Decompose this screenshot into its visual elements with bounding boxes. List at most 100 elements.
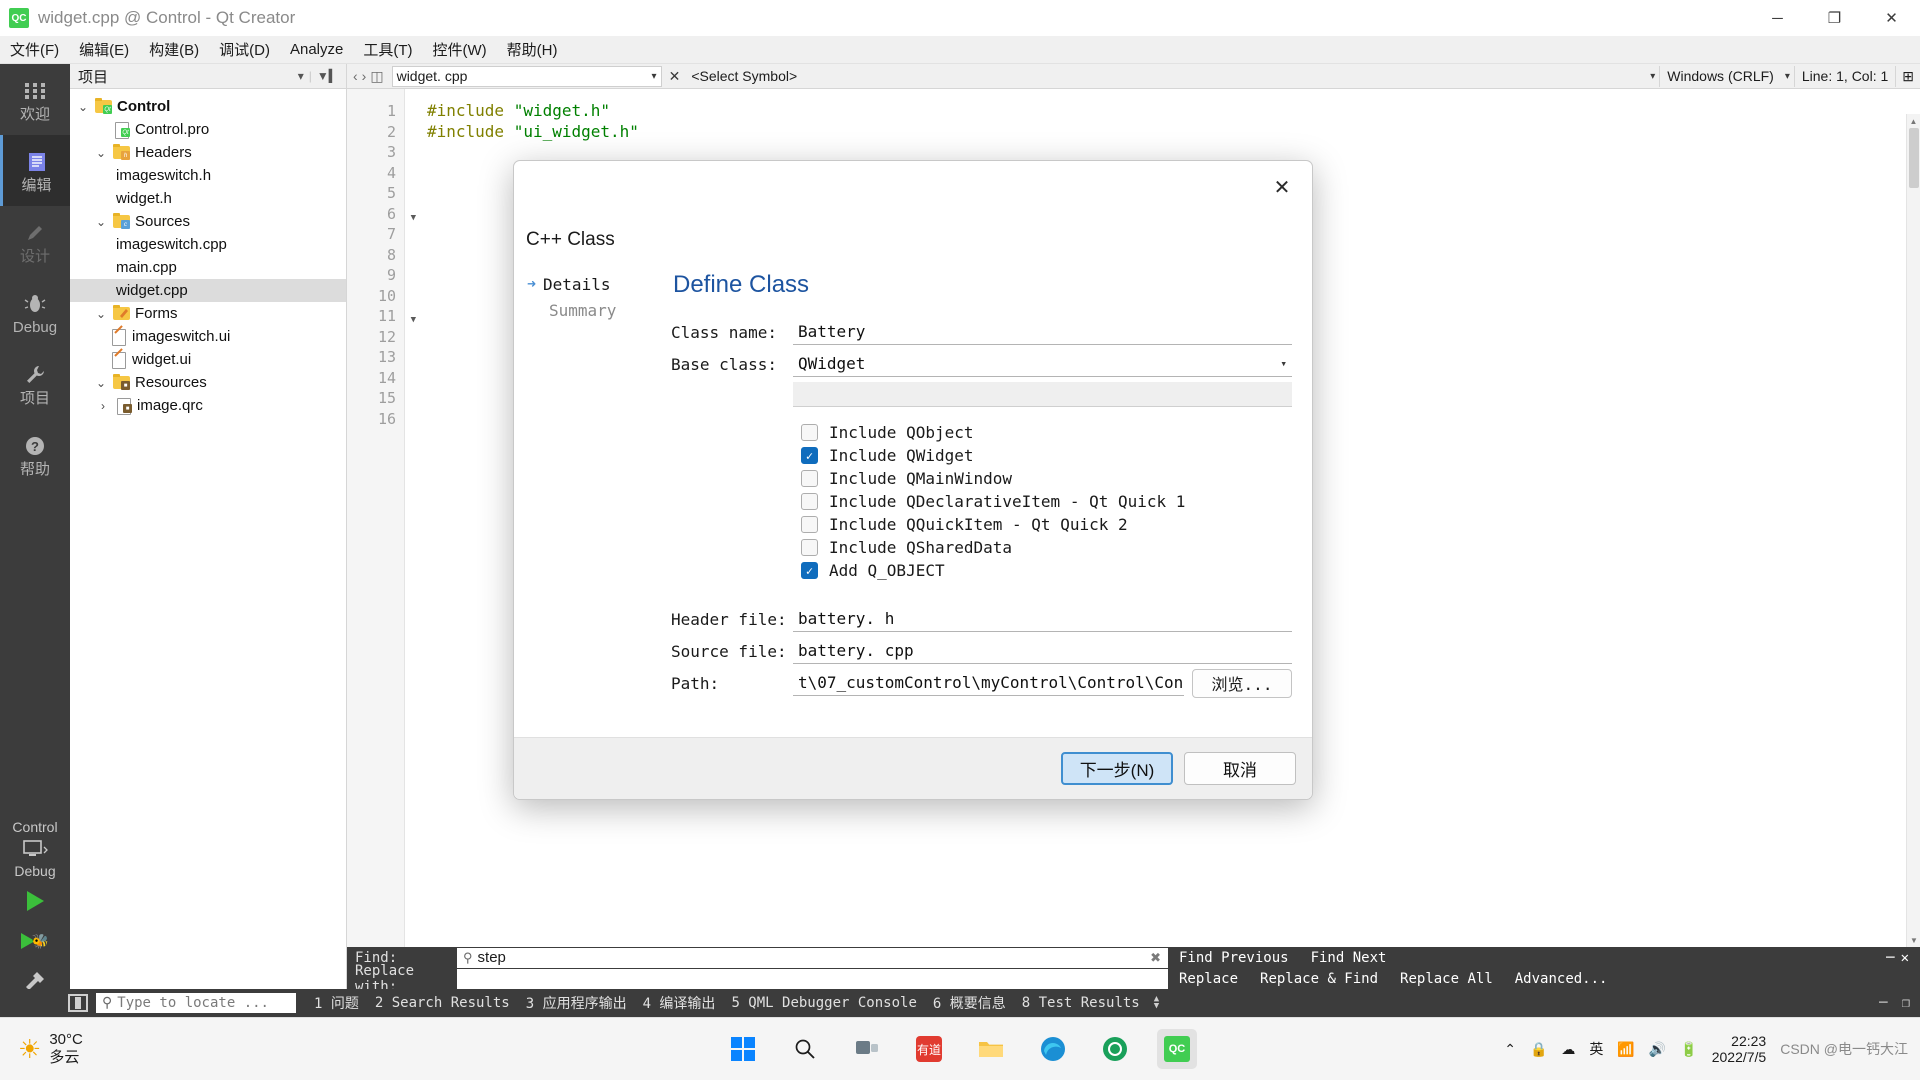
app-button[interactable]: [1095, 1029, 1135, 1069]
checkbox-icon[interactable]: [801, 562, 818, 579]
qt-creator-button[interactable]: QC: [1157, 1029, 1197, 1069]
sidebar-toggle-icon[interactable]: [68, 994, 88, 1012]
menu-analyze[interactable]: Analyze: [280, 38, 353, 61]
chevron-down-icon[interactable]: ▾: [1650, 71, 1659, 82]
find-previous-button[interactable]: Find Previous: [1168, 950, 1300, 966]
tree-item-imageswitch-ui[interactable]: imageswitch.ui: [70, 325, 346, 348]
kit-selector[interactable]: Control Debug: [0, 815, 70, 881]
locator-input[interactable]: ⚲ Type to locate ...: [96, 993, 296, 1013]
debug-button[interactable]: 🐝: [0, 921, 70, 961]
chevron-left-icon[interactable]: ‹: [353, 68, 358, 84]
symbol-selector[interactable]: <Select Symbol>: [687, 66, 1650, 87]
task-view-button[interactable]: [847, 1029, 887, 1069]
tree-item-image-qrc[interactable]: › ■ image.qrc: [70, 394, 346, 417]
menu-debug[interactable]: 调试(D): [209, 36, 280, 63]
checkbox-icon[interactable]: [801, 539, 818, 556]
tree-item-widget-h[interactable]: widget.h: [70, 187, 346, 210]
chevron-up-icon[interactable]: ⌃: [1504, 1041, 1516, 1058]
mode-debug[interactable]: Debug: [0, 277, 70, 348]
wizard-step-summary[interactable]: Summary: [527, 297, 662, 323]
menu-edit[interactable]: 编辑(E): [69, 36, 139, 63]
replace-and-find-button[interactable]: Replace & Find: [1249, 971, 1389, 987]
battery-icon[interactable]: 🔋: [1680, 1041, 1697, 1058]
tree-item-control-pro[interactable]: . Qt Control.pro: [70, 118, 346, 141]
scrollbar-thumb[interactable]: [1909, 128, 1919, 188]
wifi-icon[interactable]: 📶: [1617, 1041, 1634, 1058]
youdao-button[interactable]: 有道: [909, 1029, 949, 1069]
header-file-input[interactable]: battery. h: [793, 606, 1292, 632]
find-minimize-button[interactable]: ─: [1875, 950, 1900, 966]
chevron-down-icon[interactable]: ⌄: [94, 376, 108, 390]
output-search-results[interactable]: 2 Search Results: [367, 995, 518, 1011]
file-explorer-button[interactable]: [971, 1029, 1011, 1069]
find-input[interactable]: ⚲ step ✖: [457, 947, 1168, 968]
mode-edit[interactable]: 编辑: [0, 135, 70, 206]
menu-build[interactable]: 构建(B): [139, 36, 209, 63]
output-compile[interactable]: 4 编译输出: [635, 993, 724, 1013]
chevron-down-icon[interactable]: ▾: [1280, 357, 1287, 370]
expand-editor-button[interactable]: ⊞: [1895, 65, 1920, 87]
fold-arrow-icon[interactable]: ▼: [406, 208, 416, 223]
tree-item-control[interactable]: ⌄ Qt Control: [70, 95, 346, 118]
chevron-down-icon[interactable]: ⌄: [94, 215, 108, 229]
source-file-input[interactable]: battery. cpp: [793, 638, 1292, 664]
scroll-down-icon[interactable]: ▼: [1907, 933, 1920, 947]
editor-scrollbar[interactable]: ▲ ▼: [1906, 114, 1920, 947]
tree-item-forms[interactable]: ⌄ Forms: [70, 302, 346, 325]
checkbox-include-qwidget[interactable]: Include QWidget: [801, 444, 1292, 467]
checkbox-icon[interactable]: [801, 447, 818, 464]
output-general-messages[interactable]: 6 概要信息: [925, 993, 1014, 1013]
volume-icon[interactable]: 🔊: [1649, 1041, 1666, 1058]
output-application[interactable]: 3 应用程序输出: [518, 993, 635, 1013]
find-close-button[interactable]: ✕: [1901, 950, 1920, 966]
chevron-down-icon[interactable]: ▾: [1781, 71, 1794, 82]
checkbox-add-q-object[interactable]: Add Q_OBJECT: [801, 559, 1292, 582]
weather-widget[interactable]: ☀ 30°C 多云: [0, 1031, 330, 1067]
checkbox-icon[interactable]: [801, 516, 818, 533]
chevron-down-icon[interactable]: ⌄: [76, 100, 90, 114]
checkbox-include-qmainwindow[interactable]: Include QMainWindow: [801, 467, 1292, 490]
edge-button[interactable]: [1033, 1029, 1073, 1069]
output-scroll-icon[interactable]: ▲ ▼: [1154, 995, 1159, 1011]
output-test-results[interactable]: 8 Test Results: [1014, 995, 1148, 1011]
replace-button[interactable]: Replace: [1168, 971, 1249, 987]
next-button[interactable]: 下一步(N): [1061, 752, 1173, 785]
security-icon[interactable]: 🔒: [1530, 1041, 1547, 1058]
close-icon[interactable]: ✕: [1266, 171, 1298, 203]
class-name-input[interactable]: Battery: [793, 319, 1292, 345]
checkbox-include-qquickitem[interactable]: Include QQuickItem - Qt Quick 2: [801, 513, 1292, 536]
mode-design[interactable]: 设计: [0, 206, 70, 277]
advanced-button[interactable]: Advanced...: [1504, 971, 1619, 987]
checkbox-include-qshareddata[interactable]: Include QSharedData: [801, 536, 1292, 559]
menu-file[interactable]: 文件(F): [0, 36, 69, 63]
minimize-output-icon[interactable]: ─: [1879, 995, 1887, 1011]
browse-button[interactable]: 浏览...: [1192, 668, 1292, 698]
output-issues[interactable]: 1 问题: [306, 993, 367, 1013]
scroll-up-icon[interactable]: ▲: [1907, 114, 1920, 128]
mode-projects[interactable]: 项目: [0, 348, 70, 419]
search-button[interactable]: [785, 1029, 825, 1069]
base-class-combo[interactable]: QWidget ▾: [793, 351, 1292, 377]
tree-item-main-cpp[interactable]: main.cpp: [70, 256, 346, 279]
path-input[interactable]: t\07_customControl\myControl\Control\Con…: [793, 671, 1184, 696]
chevron-down-icon[interactable]: ⌄: [94, 146, 108, 160]
checkbox-icon[interactable]: [801, 424, 818, 441]
close-button[interactable]: ✕: [1863, 0, 1920, 36]
menu-tools[interactable]: 工具(T): [353, 36, 422, 63]
line-ending-selector[interactable]: Windows (CRLF): [1659, 65, 1781, 87]
split-icon[interactable]: ◫: [370, 68, 383, 85]
open-file-combo[interactable]: widget. cpp ▾: [391, 65, 662, 87]
clear-icon[interactable]: ✖: [1150, 950, 1161, 966]
mode-help[interactable]: ? 帮助: [0, 419, 70, 490]
maximize-button[interactable]: ❐: [1806, 0, 1863, 36]
chevron-right-icon[interactable]: ›: [362, 68, 367, 84]
tree-item-sources[interactable]: ⌄ c Sources: [70, 210, 346, 233]
tree-item-imageswitch-cpp[interactable]: imageswitch.cpp: [70, 233, 346, 256]
menu-help[interactable]: 帮助(H): [497, 36, 568, 63]
chevron-right-icon[interactable]: ›: [96, 399, 110, 413]
clock[interactable]: 22:23 2022/7/5: [1712, 1033, 1767, 1065]
start-button[interactable]: [723, 1029, 763, 1069]
minimize-button[interactable]: ─: [1749, 0, 1806, 36]
maximize-output-icon[interactable]: ❐: [1902, 995, 1910, 1011]
output-qml-debugger[interactable]: 5 QML Debugger Console: [723, 995, 924, 1011]
